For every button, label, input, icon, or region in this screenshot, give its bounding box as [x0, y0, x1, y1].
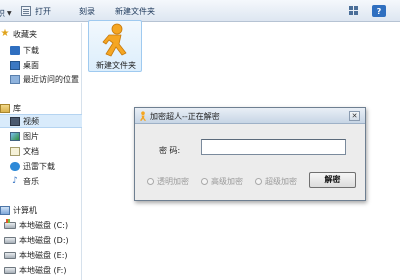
nav-item-drive-c[interactable]: 本地磁盘 (C:)	[0, 218, 82, 232]
nav-libraries-header[interactable]: 库	[0, 101, 82, 115]
library-icon	[0, 103, 10, 113]
open-icon	[21, 6, 31, 16]
password-label: 密 码:	[159, 146, 181, 155]
nav-label: 下载	[23, 45, 39, 55]
nav-item-drive-d[interactable]: 本地磁盘 (D:)	[0, 233, 82, 247]
option-label: 高级加密	[211, 177, 243, 186]
radio-icon	[255, 178, 262, 185]
nav-label: 视频	[23, 116, 39, 126]
hard-drive-icon	[4, 251, 16, 259]
computer-icon	[0, 205, 10, 215]
option-advanced-encryption[interactable]: 高级加密	[201, 176, 243, 187]
nav-item-desktop[interactable]: 桌面	[0, 58, 82, 72]
nav-label: 计算机	[13, 205, 37, 215]
star-icon: ★	[0, 28, 10, 39]
nav-computer-header[interactable]: 计算机	[0, 203, 82, 217]
nav-favorites-header[interactable]: ★ 收藏夹	[0, 27, 82, 41]
music-library-icon: ♪	[12, 175, 18, 186]
open-label: 打开	[35, 6, 51, 16]
hard-drive-icon	[4, 236, 16, 244]
nav-item-pictures[interactable]: 图片	[0, 129, 82, 143]
nav-label: 最近访问的位置	[23, 74, 79, 84]
nav-label: 图片	[23, 131, 39, 141]
file-item-new-folder[interactable]: 新建文件夹	[88, 20, 142, 72]
burn-button[interactable]: 刻录	[74, 2, 100, 20]
nav-item-recent[interactable]: 最近访问的位置	[0, 72, 82, 86]
nav-item-music[interactable]: ♪ 音乐	[0, 174, 82, 188]
close-button[interactable]: ✕	[349, 111, 360, 121]
close-icon: ✕	[351, 112, 358, 120]
option-label: 超级加密	[265, 177, 297, 186]
password-input[interactable]	[201, 139, 346, 155]
grid-view-icon	[348, 5, 358, 15]
nav-label: 本地磁盘 (C:)	[19, 220, 69, 230]
thunder-download-icon	[10, 161, 20, 171]
help-icon: ?	[376, 6, 382, 16]
desktop-icon	[10, 60, 20, 70]
system-drive-icon	[4, 218, 16, 229]
nav-item-videos[interactable]: 视频	[0, 114, 82, 128]
download-folder-icon	[10, 45, 20, 55]
pictures-library-icon	[10, 131, 20, 141]
nav-label: 库	[13, 103, 21, 113]
app-icon	[140, 111, 146, 121]
recent-places-icon	[10, 74, 20, 84]
nav-item-drive-e[interactable]: 本地磁盘 (E:)	[0, 248, 82, 262]
nav-item-downloads[interactable]: 下载	[0, 43, 82, 57]
nav-item-drive-f[interactable]: 本地磁盘 (F:)	[0, 263, 82, 277]
file-name: 新建文件夹	[96, 61, 136, 70]
navigation-pane: ★ 收藏夹 下载 桌面 最近访问的位置 库 视频 图片 文档 迅雷下载 ♪ 音乐…	[0, 23, 82, 280]
organize-menu[interactable]: 织 ▼	[0, 4, 17, 22]
nav-item-thunder-downloads[interactable]: 迅雷下载	[0, 159, 82, 173]
nav-label: 本地磁盘 (F:)	[19, 265, 67, 275]
dialog-title: 加密超人--正在解密	[150, 112, 220, 121]
option-super-encryption[interactable]: 超级加密	[255, 176, 297, 187]
new-folder-button[interactable]: 新建文件夹	[110, 2, 160, 20]
option-transparent-encryption[interactable]: 透明加密	[147, 176, 189, 187]
decrypt-dialog: 加密超人--正在解密 ✕ 密 码: 透明加密 高级加密 超级加密 解密	[134, 107, 366, 201]
nav-label: 音乐	[23, 176, 39, 186]
organize-label: 织	[0, 8, 5, 18]
nav-label: 本地磁盘 (E:)	[19, 250, 68, 260]
dialog-title-bar[interactable]: 加密超人--正在解密 ✕	[135, 108, 365, 124]
decrypt-button[interactable]: 解密	[309, 172, 356, 188]
nav-item-documents[interactable]: 文档	[0, 144, 82, 158]
open-button[interactable]: 打开	[16, 2, 56, 20]
nav-label: 桌面	[23, 60, 39, 70]
new-folder-label: 新建文件夹	[115, 6, 155, 16]
hard-drive-icon	[4, 266, 16, 274]
aim-running-man-icon	[102, 23, 127, 57]
radio-icon	[201, 178, 208, 185]
video-library-icon	[10, 116, 20, 126]
nav-label: 收藏夹	[13, 29, 37, 39]
view-options-button[interactable]	[345, 3, 361, 17]
nav-label: 迅雷下载	[23, 161, 55, 171]
nav-label: 本地磁盘 (D:)	[19, 235, 69, 245]
option-label: 透明加密	[157, 177, 189, 186]
burn-label: 刻录	[79, 6, 95, 16]
nav-label: 文档	[23, 146, 39, 156]
radio-icon	[147, 178, 154, 185]
chevron-down-icon: ▼	[7, 9, 12, 17]
documents-library-icon	[10, 146, 20, 156]
explorer-toolbar: 织 ▼ 打开 刻录 新建文件夹 ?	[0, 0, 400, 22]
help-button[interactable]: ?	[372, 5, 386, 17]
